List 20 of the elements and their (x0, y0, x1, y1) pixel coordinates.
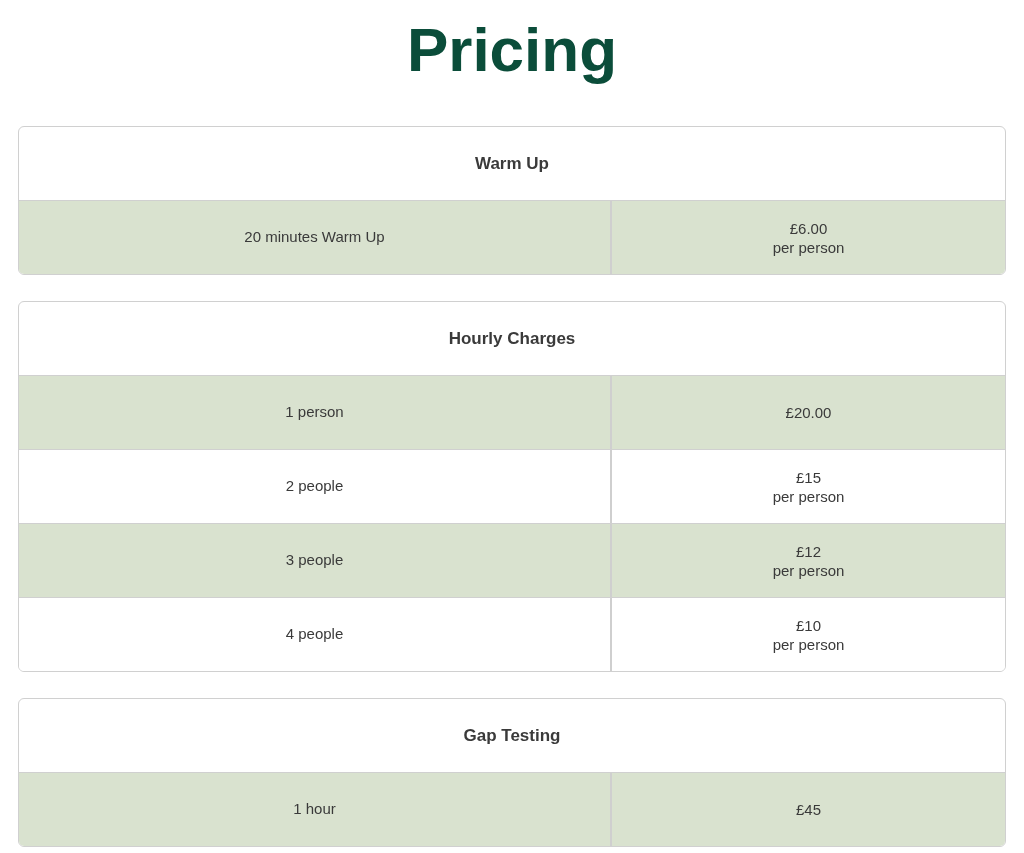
table-heading: Gap Testing (463, 724, 561, 747)
price-unit: per person (772, 634, 845, 654)
price: £20.00 (785, 403, 832, 422)
item-label: 4 people (285, 624, 344, 645)
price-unit: per person (772, 237, 845, 257)
page-title: Pricing (406, 14, 618, 86)
table-heading: Hourly Charges (448, 327, 576, 350)
price-unit: per person (772, 560, 845, 580)
item-label: 3 people (285, 550, 344, 571)
table-heading: Warm Up (475, 152, 549, 175)
price: £10 (796, 615, 821, 635)
price-unit: per person (772, 486, 845, 506)
price: £12 (796, 541, 821, 561)
item-label: 1 person (285, 402, 344, 423)
price: £45 (796, 800, 821, 819)
item-label: 20 minutes Warm Up (244, 227, 385, 248)
price: £15 (796, 467, 821, 487)
item-label: 2 people (285, 476, 344, 497)
price: £6.00 (789, 218, 828, 238)
item-label: 1 hour (293, 799, 336, 820)
